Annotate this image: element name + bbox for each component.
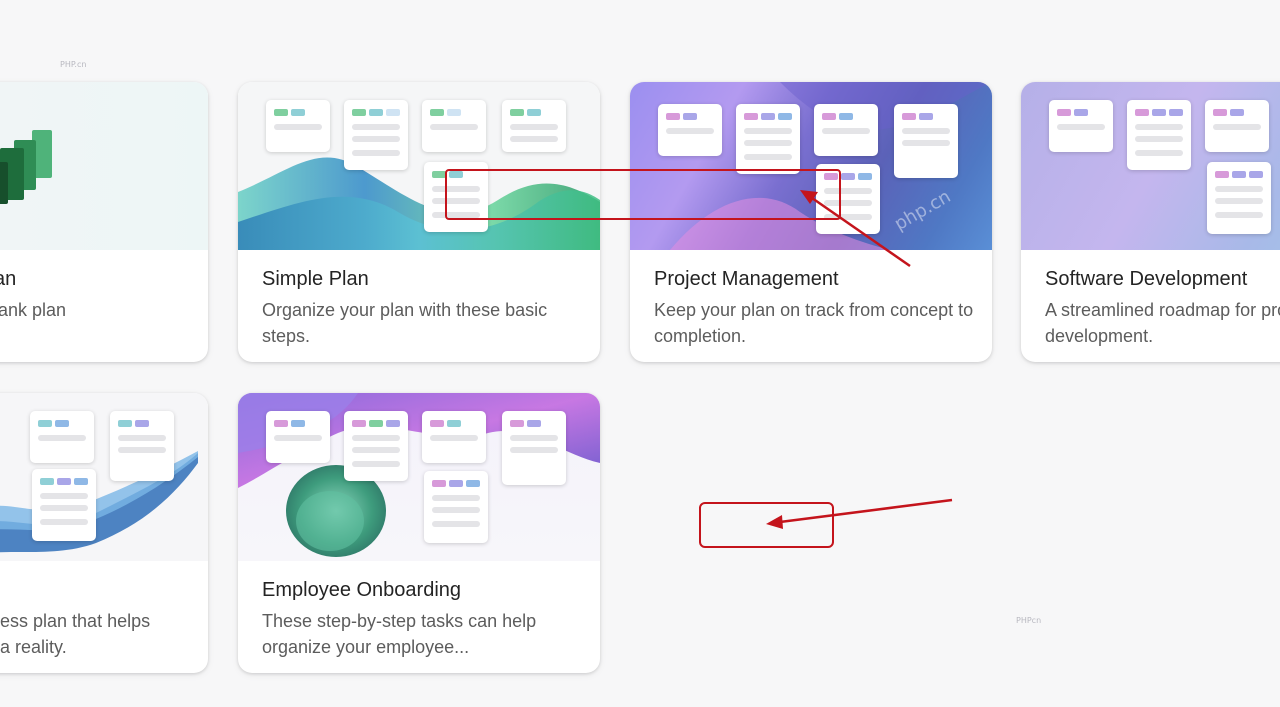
task-card-graphic bbox=[736, 104, 800, 174]
task-card-graphic bbox=[266, 411, 330, 463]
card-description: These step-by-step tasks can help organi… bbox=[262, 611, 537, 657]
annotation-highlight-box bbox=[445, 169, 841, 220]
card-description: lank plan bbox=[0, 300, 67, 320]
template-card-software-development[interactable]: Software Development A streamlined roadm… bbox=[1021, 82, 1280, 362]
task-card-graphic bbox=[502, 411, 566, 485]
task-card-graphic bbox=[344, 411, 408, 481]
task-card-graphic bbox=[344, 100, 408, 170]
template-card-project-management[interactable]: php.cn Project Management Keep your plan… bbox=[630, 82, 992, 362]
template-card-blank-plan[interactable]: an lank plan bbox=[0, 82, 208, 362]
card-title: Software Development bbox=[1045, 268, 1248, 290]
task-card-graphic bbox=[502, 100, 566, 152]
card-thumbnail bbox=[238, 82, 600, 250]
card-title: Simple Plan bbox=[262, 268, 369, 290]
card-description: Keep your plan on track from concept to … bbox=[654, 300, 974, 346]
template-card-business-plan[interactable]: ess plan that helps a reality. bbox=[0, 393, 208, 673]
task-card-graphic bbox=[1205, 100, 1269, 152]
template-card-simple-plan[interactable]: Simple Plan Organize your plan with thes… bbox=[238, 82, 600, 362]
watermark-bottom: PHPcn bbox=[1016, 616, 1042, 625]
template-gallery: PHP.cn PHPcn an lank plan bbox=[0, 0, 1280, 707]
card-title: Employee Onboarding bbox=[262, 579, 462, 601]
task-card-graphic bbox=[1049, 100, 1113, 152]
task-card-graphic bbox=[658, 104, 722, 156]
card-thumbnail bbox=[238, 393, 600, 561]
card-thumbnail bbox=[0, 82, 208, 250]
card-title: Project Management bbox=[654, 268, 839, 290]
task-card-graphic bbox=[32, 469, 96, 541]
card-title: an bbox=[0, 268, 17, 290]
card-description: Organize your plan with these basic step… bbox=[262, 300, 548, 346]
task-card-graphic bbox=[1127, 100, 1191, 170]
watermark-top: PHP.cn bbox=[60, 60, 87, 69]
task-card-graphic bbox=[424, 471, 488, 543]
task-card-graphic bbox=[266, 100, 330, 152]
task-card-graphic bbox=[814, 104, 878, 156]
task-card-graphic bbox=[422, 411, 486, 463]
annotation-highlight-box bbox=[699, 502, 834, 548]
card-description: ess plan that helps a reality. bbox=[0, 611, 151, 657]
task-card-graphic bbox=[30, 411, 94, 463]
template-card-employee-onboarding[interactable]: Employee Onboarding These step-by-step t… bbox=[238, 393, 600, 673]
task-card-graphic bbox=[1207, 162, 1271, 234]
task-card-graphic bbox=[422, 100, 486, 152]
task-card-graphic bbox=[894, 104, 958, 178]
card-thumbnail bbox=[1021, 82, 1280, 250]
card-thumbnail bbox=[0, 393, 208, 561]
blank-plan-illustration bbox=[0, 130, 52, 204]
task-card-graphic bbox=[110, 411, 174, 481]
card-thumbnail: php.cn bbox=[630, 82, 992, 250]
card-description: A streamlined roadmap for product develo… bbox=[1045, 300, 1280, 346]
